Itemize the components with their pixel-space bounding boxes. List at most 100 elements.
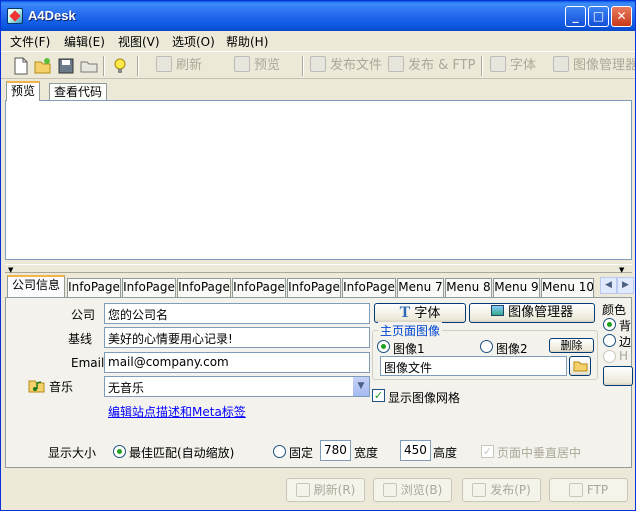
- tab-infopage-5[interactable]: InfoPage: [287, 278, 341, 297]
- browse-button[interactable]: 浏览(B): [373, 478, 452, 502]
- fixed-size-radio[interactable]: [273, 445, 286, 458]
- music-select-value: 无音乐: [108, 381, 145, 395]
- browser-icon: [382, 483, 397, 497]
- title-bar[interactable]: A4Desk _ □ ✕: [1, 1, 635, 31]
- main-image-group-title: 主页面图像: [378, 322, 443, 339]
- window-title: A4Desk: [28, 8, 76, 23]
- refresh-button[interactable]: 刷新(R): [286, 478, 365, 502]
- edit-meta-link[interactable]: 编辑站点描述和Meta标签: [108, 403, 246, 420]
- toolbar-font-button[interactable]: 字体: [490, 56, 536, 76]
- publish-icon: [472, 483, 487, 497]
- tab-company-info[interactable]: 公司信息: [7, 275, 65, 297]
- image-manager-button[interactable]: 图像管理器: [469, 303, 595, 323]
- show-grid-label: 显示图像网格: [388, 391, 461, 405]
- settings-tab-strip: 公司信息 InfoPage InfoPage InfoPage InfoPage…: [5, 275, 634, 297]
- font-button[interactable]: T 字体: [374, 303, 466, 323]
- color-border-radio[interactable]: [603, 334, 616, 347]
- tab-infopage-6[interactable]: InfoPage: [342, 278, 396, 297]
- refresh-icon: [156, 56, 172, 72]
- show-grid-checkbox[interactable]: ✓: [372, 389, 385, 402]
- tab-view-code[interactable]: 查看代码: [49, 83, 108, 100]
- image1-radio[interactable]: [377, 340, 390, 353]
- email-input[interactable]: mail@company.com: [104, 352, 370, 373]
- menu-file[interactable]: 文件(F): [10, 33, 50, 50]
- refresh-icon: [295, 483, 310, 497]
- toolbar-separator: [481, 56, 483, 76]
- preview-pane[interactable]: [5, 100, 632, 260]
- toolbar-publish-ftp-button[interactable]: 发布 & FTP: [388, 56, 475, 76]
- image2-radio[interactable]: [480, 340, 493, 353]
- tab-menu-7[interactable]: Menu 7: [397, 278, 444, 297]
- tab-infopage-1[interactable]: InfoPage: [67, 278, 121, 297]
- image-icon: [490, 305, 504, 316]
- width-input[interactable]: 780: [320, 440, 351, 461]
- tab-menu-8[interactable]: Menu 8: [445, 278, 492, 297]
- color-picker-button[interactable]: [603, 366, 633, 386]
- toolbar-publish-file-button[interactable]: 发布文件: [310, 56, 382, 76]
- collapse-down-icon[interactable]: ▼: [619, 266, 624, 274]
- music-select[interactable]: 无音乐 ▼: [104, 376, 370, 397]
- tab-preview[interactable]: 预览: [6, 81, 41, 101]
- scroll-left-icon[interactable]: ◀: [600, 277, 617, 294]
- tab-menu-10[interactable]: Menu 10: [541, 278, 594, 297]
- app-window: A4Desk _ □ ✕ 文件(F) 编辑(E) 视图(V) 选项(O) 帮助(…: [0, 0, 636, 511]
- folder-icon[interactable]: [80, 57, 98, 75]
- chevron-down-icon[interactable]: ▼: [352, 377, 369, 396]
- tab-scroll-buttons: ◀ ▶: [600, 276, 635, 294]
- tab-infopage-2[interactable]: InfoPage: [122, 278, 176, 297]
- toolbar-image-manager-button[interactable]: 图像管理器: [553, 56, 635, 76]
- close-button[interactable]: ✕: [611, 6, 632, 27]
- color-background-label: 背: [619, 319, 632, 333]
- best-fit-label: 最佳匹配(自动缩放): [129, 446, 235, 460]
- maximize-button[interactable]: □: [588, 6, 609, 27]
- folder-icon: [573, 361, 587, 372]
- color-h-label: H: [619, 349, 629, 363]
- menu-help[interactable]: 帮助(H): [226, 33, 268, 50]
- height-label: 高度: [433, 446, 458, 460]
- magnifier-icon: [234, 56, 250, 72]
- new-file-icon[interactable]: [12, 57, 30, 75]
- company-name-input[interactable]: 您的公司名: [104, 303, 370, 324]
- browse-image-button[interactable]: [569, 356, 591, 376]
- image-icon: [553, 56, 569, 72]
- company-label: 公司: [71, 308, 96, 322]
- slogan-label: 基线: [68, 332, 93, 346]
- image2-label: 图像2: [496, 342, 528, 356]
- open-folder-icon[interactable]: [34, 57, 52, 75]
- center-vertically-checkbox[interactable]: ✓: [481, 445, 494, 458]
- color-background-radio[interactable]: [603, 318, 616, 331]
- tab-menu-9[interactable]: Menu 9: [493, 278, 540, 297]
- image-file-input[interactable]: 图像文件: [380, 356, 567, 376]
- collapse-down-icon[interactable]: ▼: [8, 266, 13, 274]
- slogan-input[interactable]: 美好的心情要用心记录!: [104, 327, 370, 348]
- app-icon: [7, 8, 23, 24]
- toolbar-preview-button[interactable]: 预览: [234, 56, 280, 76]
- menu-options[interactable]: 选项(O): [172, 33, 215, 50]
- toolbar-refresh-button[interactable]: 刷新: [156, 56, 202, 76]
- minimize-button[interactable]: _: [565, 6, 586, 27]
- ftp-icon: [568, 483, 583, 497]
- tab-infopage-4[interactable]: InfoPage: [232, 278, 286, 297]
- tab-infopage-3[interactable]: InfoPage: [177, 278, 231, 297]
- menu-view[interactable]: 视图(V): [118, 33, 160, 50]
- width-label: 宽度: [354, 446, 379, 460]
- publish-icon: [310, 56, 326, 72]
- splitter-bar[interactable]: ▼ ▼: [5, 264, 632, 274]
- publish-button[interactable]: 发布(P): [462, 478, 541, 502]
- lightbulb-icon[interactable]: [111, 57, 129, 75]
- color-border-label: 边: [619, 335, 632, 349]
- email-label: Email: [71, 356, 105, 370]
- fixed-size-label: 固定: [289, 446, 314, 460]
- delete-button[interactable]: 删除: [549, 338, 594, 353]
- image1-label: 图像1: [393, 342, 425, 356]
- height-input[interactable]: 450: [400, 440, 431, 461]
- ftp-button[interactable]: FTP: [549, 478, 628, 502]
- save-icon[interactable]: [57, 57, 75, 75]
- menu-edit[interactable]: 编辑(E): [64, 33, 105, 50]
- best-fit-radio[interactable]: [113, 445, 126, 458]
- color-label: 颜色: [602, 303, 627, 317]
- color-h-radio[interactable]: [603, 350, 616, 363]
- toolbar-separator: [103, 56, 105, 76]
- center-vertically-label: 页面中垂直居中: [497, 446, 582, 460]
- scroll-right-icon[interactable]: ▶: [617, 277, 634, 294]
